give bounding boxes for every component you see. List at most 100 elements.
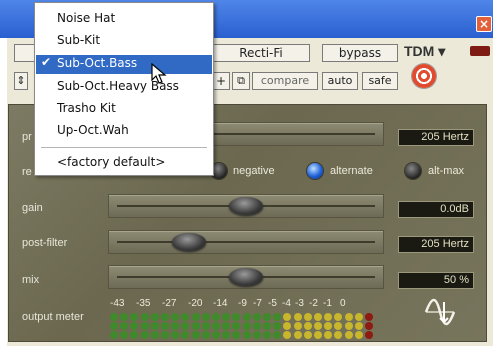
plugin-name-button[interactable]: Recti-Fi [212,44,310,62]
meter-led [344,322,353,330]
radio-alternate[interactable] [307,163,323,179]
meter-led [201,313,210,321]
meter-led [354,322,363,330]
meter-led [293,322,302,330]
up-down-arrow-icon[interactable]: ⇕ [14,72,28,90]
meter-tick-label: -4 [282,298,291,309]
meter-led [140,313,149,321]
menu-item-up-oct-wah[interactable]: Up-Oct.Wah [57,123,129,137]
meter-led [263,331,271,339]
meter-led [201,331,210,339]
prefilter-label: pr [22,131,32,143]
meter-led [150,313,159,321]
checkmark-icon: ✔ [41,55,52,69]
auto-button[interactable]: auto [322,72,358,90]
meter-led [242,322,251,330]
meter-led [303,331,312,339]
gain-readout: 0.0dB [398,201,474,218]
meter-led [191,313,200,321]
compare-button[interactable]: compare [252,72,318,90]
waveform-icon[interactable] [422,294,458,328]
meter-led [191,322,200,330]
meter-led [212,313,220,321]
radio-alt-max[interactable] [405,163,421,179]
post-filter-slider[interactable] [108,230,384,254]
gain-slider-knob[interactable] [229,197,263,215]
tdm-selector[interactable]: TDM ▾ [404,43,445,60]
meter-led [314,313,322,321]
meter-led [212,331,220,339]
meter-led [212,322,220,330]
preset-dropdown-menu: ✔ Noise Hat Sub-Kit Sub-Oct.Bass Sub-Oct… [34,2,214,176]
close-button[interactable]: × [476,16,492,32]
alt-max-label: alt-max [428,165,465,177]
meter-led [303,322,312,330]
meter-led [161,313,169,321]
menu-item-sub-oct-bass[interactable]: Sub-Oct.Bass [57,56,137,70]
meter-led [242,331,251,339]
meter-led [252,331,261,339]
mix-label: mix [22,274,40,286]
meter-tick-label: -2 [309,298,318,309]
meter-led [201,322,210,330]
alternate-label: alternate [330,165,373,177]
meter-led [365,322,373,330]
meter-tick-label: 0 [340,298,346,309]
safe-button[interactable]: safe [362,72,398,90]
meter-led [365,313,373,321]
meter-led [293,313,302,321]
meter-led [314,331,322,339]
meter-led [344,331,353,339]
meter-tick-label: -9 [238,298,247,309]
negative-label: negative [233,165,275,177]
meter-led [110,322,118,330]
copy-icon[interactable]: ⧉ [232,72,250,90]
meter-led [161,322,169,330]
post-filter-readout: 205 Hertz [398,236,474,253]
target-icon[interactable] [412,64,436,88]
meter-tick-label: -43 [110,298,125,309]
meter-led [140,331,149,339]
meter-led [354,313,363,321]
meter-tick-label: -27 [162,298,177,309]
meter-tick-label: -5 [268,298,277,309]
prefilter-readout: 205 Hertz [398,129,474,146]
meter-led [263,322,271,330]
menu-item-noise-hat[interactable]: Noise Hat [57,11,115,25]
meter-led [263,313,271,321]
meter-led [110,331,118,339]
mix-slider-knob[interactable] [229,268,263,286]
meter-tick-label: -7 [253,298,262,309]
meter-led [303,313,312,321]
meter-led [150,331,159,339]
meter-tick-label: -1 [323,298,332,309]
meter-led [242,313,251,321]
rectification-label: re [22,166,32,178]
meter-led [252,322,261,330]
post-filter-slider-knob[interactable] [172,233,206,251]
plus-button[interactable]: + [212,72,230,90]
menu-item-sub-kit[interactable]: Sub-Kit [57,33,100,47]
meter-led [314,322,322,330]
meter-tick-label: -3 [295,298,304,309]
post-filter-label: post-filter [22,237,68,249]
mouse-cursor-icon [151,63,167,84]
meter-led [365,331,373,339]
meter-led [354,331,363,339]
meter-led [110,313,118,321]
menu-item-trasho-kit[interactable]: Trasho Kit [57,101,116,115]
meter-tick-label: -35 [136,298,151,309]
mix-readout: 50 % [398,272,474,289]
meter-led [191,331,200,339]
bypass-button[interactable]: bypass [322,44,398,62]
stop-indicator-icon [470,46,490,56]
meter-led [140,322,149,330]
meter-led [161,331,169,339]
meter-led [150,322,159,330]
meter-led [252,313,261,321]
preset-menu-button[interactable] [14,44,36,62]
menu-item-factory-default[interactable]: <factory default> [57,155,165,169]
meter-tick-label: -14 [213,298,228,309]
gain-label: gain [22,202,43,214]
meter-tick-label: -20 [188,298,203,309]
